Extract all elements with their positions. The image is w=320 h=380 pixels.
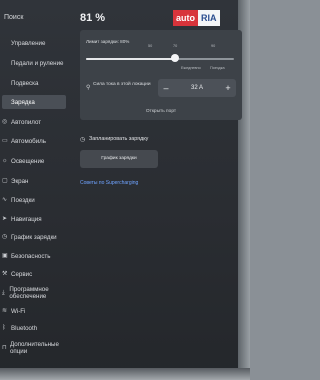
slider-tick-label: 50 [148, 44, 153, 48]
settings-sidebar: Поиск Управление Педали и руление Подвес… [0, 0, 70, 370]
sidebar-item-label: Сервис [11, 271, 33, 278]
charge-limit-slider-fill [86, 58, 175, 60]
sidebar-item-wifi[interactable]: ≋ Wi-Fi [2, 308, 66, 315]
sidebar-item-service[interactable]: ⚒ Сервис [2, 271, 66, 278]
sidebar-item-charging[interactable]: Зарядка [2, 95, 66, 109]
sidebar-item-label: Wi-Fi [11, 308, 26, 315]
slider-tick-label: 70 [173, 44, 178, 48]
sidebar-item-pedals-steering[interactable]: Педали и руление [2, 60, 66, 67]
sidebar-item-software[interactable]: ⤓ Программное обеспечение [2, 286, 66, 300]
schedule-charging-label: Запланировать зарядку [89, 136, 149, 142]
watermark-left: auto [173, 10, 198, 26]
location-pin-icon: ⚲ [86, 85, 91, 91]
sidebar-item-label: Зарядка [11, 98, 35, 106]
sidebar-item-trips[interactable]: ∿ Поездки [2, 197, 66, 204]
sidebar-item-autopilot[interactable]: ◎ Автопилот [2, 119, 66, 126]
current-value: 32 A [190, 85, 203, 91]
sidebar-item-suspension[interactable]: Подвеска [2, 80, 66, 87]
sidebar-item-display[interactable]: ▢ Экран [2, 178, 66, 185]
sidebar-item-label: Подвеска [11, 80, 39, 87]
sidebar-item-navigation[interactable]: ➤ Навигация [2, 216, 66, 223]
sidebar-item-label: Автопилот [11, 119, 42, 126]
sidebar-item-label: Автомобиль [11, 138, 47, 145]
open-charge-port-button[interactable]: Открыть порт [80, 109, 242, 114]
sidebar-item-label: Программное обеспечение [9, 286, 49, 300]
search-field[interactable]: Поиск [4, 14, 23, 21]
sidebar-item-label: Педали и руление [11, 60, 64, 67]
sidebar-item-lighting[interactable]: ☼ Освещение [2, 158, 66, 165]
range-label-trip: Поездка [210, 66, 225, 70]
sidebar-item-label: Безопасность [11, 253, 51, 260]
sidebar-item-controls[interactable]: Управление [2, 40, 66, 47]
slider-tick-label: 90 [211, 44, 216, 48]
charge-schedule-button[interactable]: График зарядки [80, 150, 158, 168]
sidebar-item-label: Навигация [11, 216, 42, 223]
increase-current-button[interactable]: + [220, 83, 236, 93]
sidebar-item-label: Освещение [11, 158, 45, 165]
sidebar-item-extras[interactable]: ⊓ Дополнительные опции [2, 341, 66, 355]
decrease-current-button[interactable]: – [158, 83, 174, 93]
range-label-daily: Ежедневно [181, 66, 201, 70]
sidebar-item-label: Bluetooth [11, 325, 38, 332]
sidebar-item-safety[interactable]: ▣ Безопасность [2, 253, 66, 260]
watermark-logo: auto RIA [173, 10, 220, 26]
battery-percent: 81 % [80, 12, 106, 24]
charge-limit-label: Лимит зарядки: 80% [86, 39, 130, 44]
sidebar-item-bluetooth[interactable]: ᛒ Bluetooth [2, 325, 66, 332]
sidebar-item-label: Поездки [11, 197, 35, 204]
sidebar-item-label: Управление [11, 40, 46, 47]
charge-limit-slider-handle[interactable] [170, 54, 179, 62]
watermark-right-text: RIA [201, 13, 217, 23]
supercharging-tips-link[interactable]: Советы по Supercharging [80, 180, 138, 186]
sidebar-item-charge-schedule[interactable]: ◷ График зарядки [2, 234, 66, 241]
clock-icon: ◷ [80, 137, 86, 143]
watermark-right: RIA [198, 10, 220, 26]
sidebar-item-label: График зарядки [11, 234, 57, 241]
sidebar-item-label: Экран [11, 178, 29, 185]
sidebar-item-label: Дополнительные опции [9, 341, 59, 355]
current-stepper: – 32 A + [158, 79, 236, 97]
sidebar-item-vehicle[interactable]: ▭ Автомобиль [2, 138, 66, 145]
current-limit-label: Сила тока в этой локации [93, 82, 151, 87]
